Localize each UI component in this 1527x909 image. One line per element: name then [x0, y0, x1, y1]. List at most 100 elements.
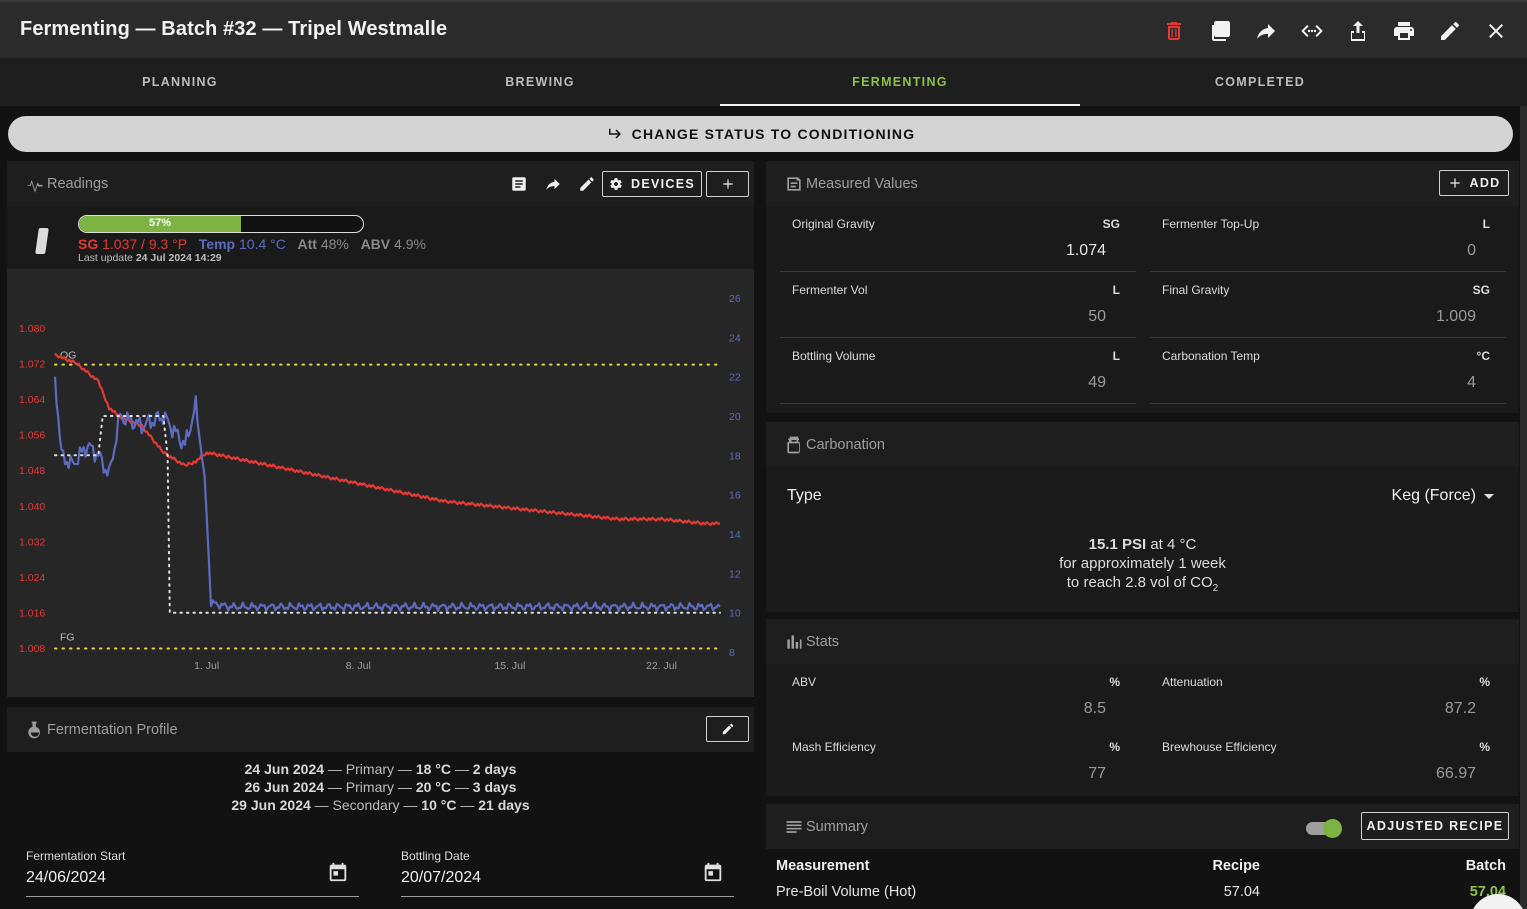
y-right-tick-label: 20 [729, 411, 741, 423]
fermenter-icon [784, 174, 804, 194]
bar-chart-icon [784, 632, 804, 652]
y-right-tick-label: 22 [729, 372, 741, 384]
reading-values: SG 1.037 / 9.3 °P Temp 10.4 °C Att 48% A… [78, 236, 426, 252]
print-icon[interactable] [1381, 16, 1427, 46]
sg-series-line [54, 352, 720, 527]
fermentation-start-label: Fermentation Start [26, 849, 126, 863]
last-update-value: 24 Jul 2024 14:29 [135, 252, 222, 264]
summary-header: Summary ADJUSTED RECIPE [766, 804, 1519, 849]
carbonation-temp-cell[interactable]: Carbonation Temp °C 4 [1150, 338, 1506, 404]
profile-step: 24 Jun 2024 — Primary — 18 °C — 2 days [244, 761, 517, 777]
x-tick-label: 22. Jul [646, 660, 677, 672]
close-icon[interactable] [1473, 16, 1519, 46]
y-right-tick-label: 14 [729, 529, 741, 541]
mash-efficiency-stat: Mash Efficiency % 77 [792, 740, 1120, 782]
code-icon[interactable] [1289, 16, 1335, 46]
summary-title: Summary [806, 818, 869, 835]
last-update-label: Last update [78, 252, 133, 264]
page-title: Fermenting — Batch #32 — Tripel Westmall… [20, 18, 448, 40]
fermenter-top-up-cell[interactable]: Fermenter Top-Up L 0 [1150, 206, 1506, 272]
y-right-tick-label: 26 [729, 293, 741, 305]
copy-icon[interactable] [1197, 16, 1243, 46]
fermentation-profile-title: Fermentation Profile [47, 721, 178, 738]
change-status-label: CHANGE STATUS TO CONDITIONING [631, 126, 916, 142]
abv-label: ABV [360, 236, 391, 252]
att-value: 48% [320, 236, 349, 252]
fermentation-start-field[interactable]: Fermentation Start 24/06/2024 [26, 849, 359, 897]
bottling-date-value[interactable]: 20/07/2024 [401, 869, 481, 887]
x-tick-label: 8. Jul [346, 660, 371, 672]
upload-icon[interactable] [1335, 16, 1381, 46]
measured-values-header: Measured Values ADD [766, 161, 1519, 206]
plus-icon [1449, 178, 1460, 188]
adjusted-recipe-toggle[interactable] [1305, 819, 1343, 838]
share-readings-button[interactable] [536, 169, 570, 199]
devices-button[interactable]: DEVICES [602, 171, 702, 197]
y-right-tick-label: 8 [729, 647, 735, 659]
trash-icon[interactable] [1151, 16, 1197, 46]
edit-profile-button[interactable] [706, 716, 749, 742]
y-left-tick-label: 1.048 [19, 465, 45, 477]
temp-label: Temp [198, 236, 236, 252]
notes-button[interactable] [502, 169, 536, 199]
abv-value: 4.9% [394, 236, 426, 252]
abv-stat: ABV % 8.5 [792, 675, 1120, 717]
x-tick-label: 15. Jul [494, 660, 525, 672]
hydrometer-icon [35, 228, 49, 254]
fermentation-profile-header: Fermentation Profile [7, 707, 754, 752]
bottling-date-field[interactable]: Bottling Date 20/07/2024 [401, 849, 734, 897]
brewhouse-efficiency-stat: Brewhouse Efficiency % 66.97 [1162, 740, 1490, 782]
sg-label: SG [78, 236, 99, 252]
tab-planning[interactable]: PLANNING [0, 58, 360, 106]
status-tabs: PLANNING BREWING FERMENTING COMPLETED [0, 58, 1527, 106]
profile-step: 26 Jun 2024 — Primary — 20 °C — 3 days [244, 779, 517, 795]
plus-icon [722, 179, 733, 189]
progress-label: 57% [149, 217, 172, 229]
readings-chart[interactable]: 1.080 1.072 1.064 1.056 1.048 1.040 1.032 1.024… [7, 269, 754, 697]
gear-icon [610, 178, 622, 190]
profile-steps: 24 Jun 2024 — Primary — 18 °C — 2 days 2… [7, 760, 754, 814]
pulse-icon [25, 174, 45, 194]
measured-values-title: Measured Values [806, 175, 918, 192]
edit-readings-button[interactable] [570, 169, 604, 199]
add-reading-button[interactable] [706, 171, 749, 197]
adjusted-recipe-button[interactable]: ADJUSTED RECIPE [1361, 812, 1509, 840]
att-label: Att [297, 236, 317, 252]
tab-brewing[interactable]: BREWING [360, 58, 720, 106]
calendar-icon[interactable] [327, 861, 349, 883]
carbonation-type-select[interactable]: Keg (Force) [1392, 487, 1494, 505]
tab-completed[interactable]: COMPLETED [1080, 58, 1440, 106]
y-right-tick-label: 18 [729, 450, 741, 462]
adjusted-recipe-label: ADJUSTED RECIPE [1366, 819, 1504, 833]
carbonation-title: Carbonation [806, 436, 885, 453]
edit-icon[interactable] [1427, 16, 1473, 46]
pencil-icon [722, 723, 733, 735]
toolbar [1151, 16, 1519, 46]
summary-table: Measurement Recipe Batch Pre-Boil Volume… [776, 858, 1510, 909]
fermentation-progress-bar: 57% [78, 215, 364, 233]
temp-series-line [53, 376, 721, 612]
table-row: Pre-Boil Volume (Hot) 57.04 57.04 [776, 884, 1510, 909]
fermenter-vol-cell[interactable]: Fermenter Vol L 50 [780, 272, 1136, 338]
page-scrollbar[interactable] [1520, 106, 1527, 909]
fermentation-start-value[interactable]: 24/06/2024 [26, 869, 106, 887]
change-status-button[interactable]: CHANGE STATUS TO CONDITIONING [8, 116, 1513, 152]
original-gravity-cell[interactable]: Original Gravity SG 1.074 [780, 206, 1136, 272]
pencil-icon [580, 177, 594, 191]
share-icon[interactable] [1243, 16, 1289, 46]
tab-fermenting[interactable]: FERMENTING [720, 58, 1080, 106]
final-gravity-cell[interactable]: Final Gravity SG 1.009 [1150, 272, 1506, 338]
bottling-date-label: Bottling Date [401, 849, 470, 863]
notes-icon [512, 177, 526, 191]
readings-header: Readings DEVICES [7, 161, 754, 206]
add-measured-value-button[interactable]: ADD [1439, 170, 1509, 196]
profile-step: 29 Jun 2024 — Secondary — 10 °C — 21 day… [231, 797, 530, 813]
calendar-icon[interactable] [702, 861, 724, 883]
stats-header: Stats [766, 619, 1519, 664]
y-left-tick-label: 1.008 [19, 643, 45, 655]
bottling-volume-cell[interactable]: Bottling Volume L 49 [780, 338, 1136, 404]
stats-title: Stats [806, 633, 840, 650]
carbonation-header: Carbonation [766, 422, 1519, 467]
list-icon [784, 817, 804, 837]
add-label: ADD [1469, 176, 1501, 190]
